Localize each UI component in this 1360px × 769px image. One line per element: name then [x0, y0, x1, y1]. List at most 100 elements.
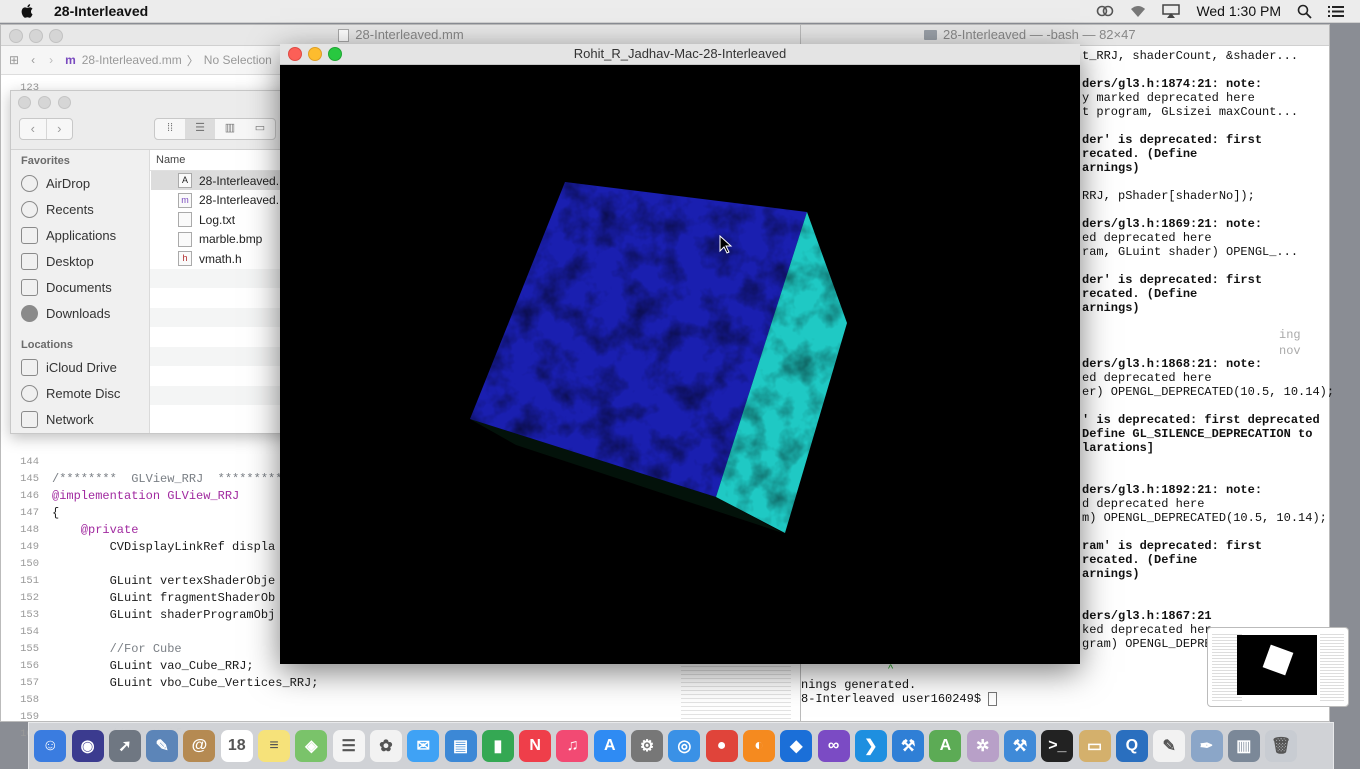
preview-icon[interactable]: ✎	[146, 730, 179, 762]
maps-icon[interactable]: ◈	[295, 730, 328, 762]
visual-studio-icon[interactable]: ∞	[817, 730, 850, 762]
jumpbar-selection[interactable]: No Selection	[204, 53, 272, 67]
sidebar-item-documents[interactable]: Documents	[21, 276, 112, 298]
list-view-icon[interactable]: ☰	[185, 119, 215, 139]
cube	[470, 182, 847, 533]
folder-icon[interactable]: ▭	[1078, 730, 1111, 762]
terminal-output-line: ram' is deprecated: first	[1082, 539, 1263, 553]
terminal-output-line: Define GL_SILENCE_DEPRECATION to	[1082, 427, 1313, 441]
file-row[interactable]: Log.txt	[151, 210, 301, 229]
screenshot-icon[interactable]: ▥	[1227, 730, 1260, 762]
finder-minimize-button[interactable]	[38, 96, 51, 109]
wifi-icon[interactable]	[1130, 5, 1146, 18]
reminders-icon[interactable]: ☰	[332, 730, 365, 762]
launchpad-icon[interactable]: ➚	[108, 730, 141, 762]
line-number: 150	[20, 558, 39, 570]
file-row[interactable]: marble.bmp	[151, 230, 301, 249]
quicktime-icon[interactable]: Q	[1115, 730, 1148, 762]
back-chevron-icon[interactable]: ‹	[20, 119, 47, 139]
vscode-icon[interactable]: ❯	[854, 730, 887, 762]
file-name: vmath.h	[199, 251, 242, 266]
messages-icon[interactable]: ✉	[407, 730, 440, 762]
file-icon: h	[178, 251, 192, 266]
appstore-icon[interactable]: A	[593, 730, 626, 762]
column-header[interactable]: Name	[150, 150, 301, 171]
notification-center-icon[interactable]	[1328, 5, 1344, 18]
file-row[interactable]: h vmath.h	[151, 249, 301, 268]
disc-icon	[21, 384, 38, 402]
xcode-minimize-button[interactable]	[29, 29, 43, 43]
finder-close-button[interactable]	[18, 96, 31, 109]
apple-menu-icon[interactable]	[20, 3, 36, 19]
forward-chevron-icon[interactable]: ›	[49, 53, 53, 67]
forward-chevron-icon[interactable]: ›	[47, 119, 73, 139]
safari-icon[interactable]: ◎	[668, 730, 701, 762]
sidebar-item-downloads[interactable]: Downloads	[21, 302, 110, 324]
sidebar-item-remote-disc[interactable]: Remote Disc	[21, 382, 120, 404]
xcode-zoom-button[interactable]	[49, 29, 63, 43]
xcode-2-icon[interactable]: ⚒	[1004, 730, 1037, 762]
photos-icon[interactable]: ✿	[369, 730, 402, 762]
sidebar-item-label: Network	[46, 411, 94, 427]
file-name: 28-Interleaved.	[199, 193, 280, 207]
sidebar-item-recents[interactable]: Recents	[21, 198, 94, 220]
jumpbar-file[interactable]: 28-Interleaved.mm	[82, 53, 182, 67]
firefox-icon[interactable]: ◐	[742, 730, 775, 762]
icon-view-icon[interactable]: ⁞⁞	[155, 119, 185, 139]
music-icon[interactable]: ♫	[556, 730, 589, 762]
sidebar-item-applications[interactable]: Applications	[21, 224, 116, 246]
file-row[interactable]: A 28-Interleaved.	[151, 171, 301, 190]
trash-icon[interactable]: 🗑	[1265, 730, 1298, 762]
tool-icon[interactable]: ✲	[966, 730, 999, 762]
column-view-icon[interactable]: ▥	[215, 119, 245, 139]
airplay-icon[interactable]	[1162, 4, 1181, 18]
gl-render-canvas[interactable]	[280, 65, 1080, 665]
name-column-header[interactable]: Name	[156, 154, 185, 166]
sidebar-item-network[interactable]: Network	[21, 408, 94, 430]
empty-row	[150, 288, 301, 308]
gl-minimize-button[interactable]	[308, 47, 322, 61]
creative-cloud-icon[interactable]	[1096, 4, 1114, 18]
calendar-icon[interactable]: 18	[220, 730, 253, 762]
gl-zoom-button[interactable]	[328, 47, 342, 61]
line-number: 151	[20, 575, 39, 587]
file-name: marble.bmp	[199, 232, 263, 246]
terminal-output-line: recated. (Define	[1082, 287, 1198, 301]
file-row[interactable]: m 28-Interleaved.	[151, 191, 301, 210]
spotlight-search-icon[interactable]	[1297, 4, 1312, 19]
instruments-icon[interactable]: ✒	[1190, 730, 1223, 762]
gallery-view-icon[interactable]: ▭	[245, 119, 275, 139]
finder-icon[interactable]: ☺	[34, 730, 67, 762]
system-preferences-icon[interactable]: ⚙	[631, 730, 664, 762]
code-line: @implementation GLView_RRJ	[52, 489, 240, 503]
sidebar-item-airdrop[interactable]: AirDrop	[21, 172, 90, 194]
siri-icon[interactable]: ◉	[71, 730, 104, 762]
sidebar-item-desktop[interactable]: Desktop	[21, 250, 94, 272]
android-studio-icon[interactable]: A	[929, 730, 962, 762]
xcode-title-bar[interactable]: 28-Interleaved.mm	[1, 25, 801, 46]
screenshot-thumbnail[interactable]	[1207, 627, 1349, 707]
terminal-prompt[interactable]: 8-Interleaved user160249$	[801, 692, 998, 706]
back-chevron-icon[interactable]: ‹	[31, 53, 35, 67]
xcode-close-button[interactable]	[9, 29, 23, 43]
empty-row	[150, 385, 301, 405]
xcode-icon[interactable]: ⚒	[892, 730, 925, 762]
news-icon[interactable]: N	[519, 730, 552, 762]
gl-title-bar[interactable]: Rohit_R_Jadhav-Mac-28-Interleaved	[280, 44, 1080, 65]
notes-icon[interactable]: ≡	[258, 730, 291, 762]
terminal-title-bar[interactable]: 28-Interleaved — -bash — 82×47	[801, 25, 1329, 46]
textedit-icon[interactable]: ✎	[1153, 730, 1186, 762]
numbers-icon[interactable]: ▮	[481, 730, 514, 762]
objc-file-icon: m	[65, 53, 76, 67]
dropbox-icon[interactable]: ◆	[780, 730, 813, 762]
terminal-icon[interactable]: >_	[1041, 730, 1074, 762]
active-app-name[interactable]: 28-Interleaved	[54, 3, 148, 19]
grid-icon[interactable]: ⊞	[9, 53, 19, 67]
menu-clock[interactable]: Wed 1:30 PM	[1196, 3, 1281, 19]
chrome-icon[interactable]: ●	[705, 730, 738, 762]
contacts-icon[interactable]: @	[183, 730, 216, 762]
finder-zoom-button[interactable]	[58, 96, 71, 109]
keynote-icon[interactable]: ▤	[444, 730, 477, 762]
sidebar-item-icloud-drive[interactable]: iCloud Drive	[21, 356, 117, 378]
gl-close-button[interactable]	[288, 47, 302, 61]
